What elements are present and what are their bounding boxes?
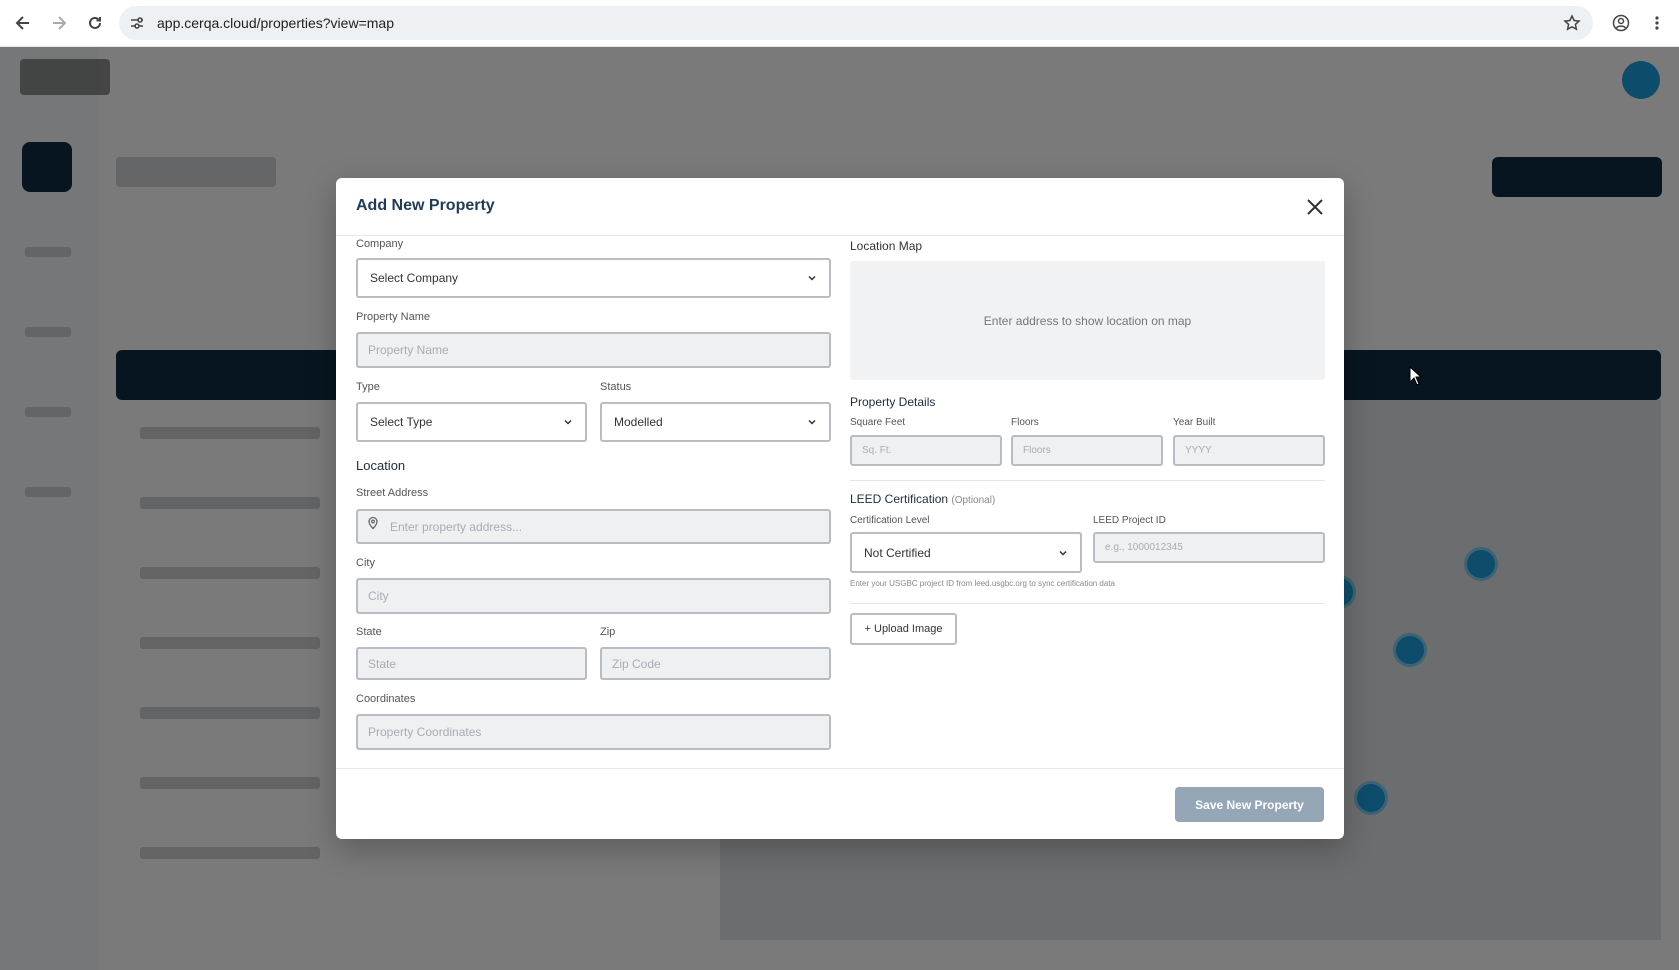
profile-icon[interactable] [1609,11,1633,35]
year-built-input[interactable] [1173,435,1325,466]
city-label: City [356,557,375,569]
location-map-preview: Enter address to show location on map [850,261,1325,380]
type-label: Type [356,381,380,393]
modal-header: Add New Property [336,178,1344,236]
zip-label: Zip [600,626,616,638]
company-select[interactable]: Select Company [356,258,831,298]
save-new-property-button[interactable]: Save New Property [1175,787,1324,822]
type-select[interactable]: Select Type [356,402,587,442]
chevron-down-icon [808,419,816,425]
street-address-label: Street Address [356,487,429,499]
leed-title: LEED Certification [850,492,949,506]
certification-level-label: Certification Level [850,515,930,526]
city-input[interactable] [356,578,831,614]
company-select-value: Select Company [370,271,459,285]
street-address-wrapper [356,509,831,544]
map-placeholder-text: Enter address to show location on map [983,313,1192,328]
certification-level-select[interactable]: Not Certified [850,532,1082,573]
close-icon[interactable] [1300,192,1330,222]
street-address-input[interactable] [356,509,831,544]
upload-image-button[interactable]: + Upload Image [850,613,957,645]
section-divider [850,603,1325,604]
location-map-title: Location Map [850,239,923,253]
menu-kebab-icon[interactable] [1645,11,1669,35]
bookmark-star-icon[interactable] [1560,11,1584,35]
year-built-label: Year Built [1173,417,1216,428]
floors-label: Floors [1011,417,1039,428]
leed-section-heading: LEED Certification (Optional) [850,492,995,506]
zip-input[interactable] [600,647,831,680]
reload-icon[interactable] [83,11,107,35]
floors-input[interactable] [1011,435,1163,466]
section-divider [850,480,1325,481]
url-text[interactable]: app.cerqa.cloud/properties?view=map [157,15,394,31]
address-bar[interactable]: app.cerqa.cloud/properties?view=map [119,6,1593,40]
status-select-value: Modelled [614,415,663,429]
mouse-cursor-icon [1409,366,1423,386]
chevron-down-icon [808,275,816,281]
browser-toolbar: app.cerqa.cloud/properties?view=map [0,0,1679,47]
square-feet-input[interactable] [850,435,1002,466]
property-details-title: Property Details [850,395,936,409]
location-pin-icon [368,516,378,530]
site-settings-icon[interactable] [129,15,145,31]
leed-project-id-label: LEED Project ID [1093,515,1166,526]
property-name-label: Property Name [356,311,430,323]
certification-level-value: Not Certified [864,545,931,560]
leed-project-id-input[interactable] [1093,532,1325,563]
leed-optional-tag: (Optional) [951,495,996,506]
forward-icon[interactable] [47,11,71,35]
status-select[interactable]: Modelled [600,402,831,442]
type-select-value: Select Type [370,415,433,429]
add-property-modal: Add New Property Company Select Company … [336,178,1344,839]
modal-title: Add New Property [356,197,495,214]
state-input[interactable] [356,647,587,680]
status-label: Status [600,381,632,393]
coordinates-input[interactable] [356,714,831,750]
state-label: State [356,626,382,638]
chevron-down-icon [564,419,572,425]
square-feet-label: Square Feet [850,417,906,428]
coordinates-label: Coordinates [356,693,416,705]
chevron-down-icon [1059,550,1067,556]
leed-hint-text: Enter your USGBC project ID from leed.us… [850,579,1116,588]
location-section-title: Location [356,458,406,473]
company-label: Company [356,238,404,250]
property-name-input[interactable] [356,332,831,368]
back-icon[interactable] [11,11,35,35]
